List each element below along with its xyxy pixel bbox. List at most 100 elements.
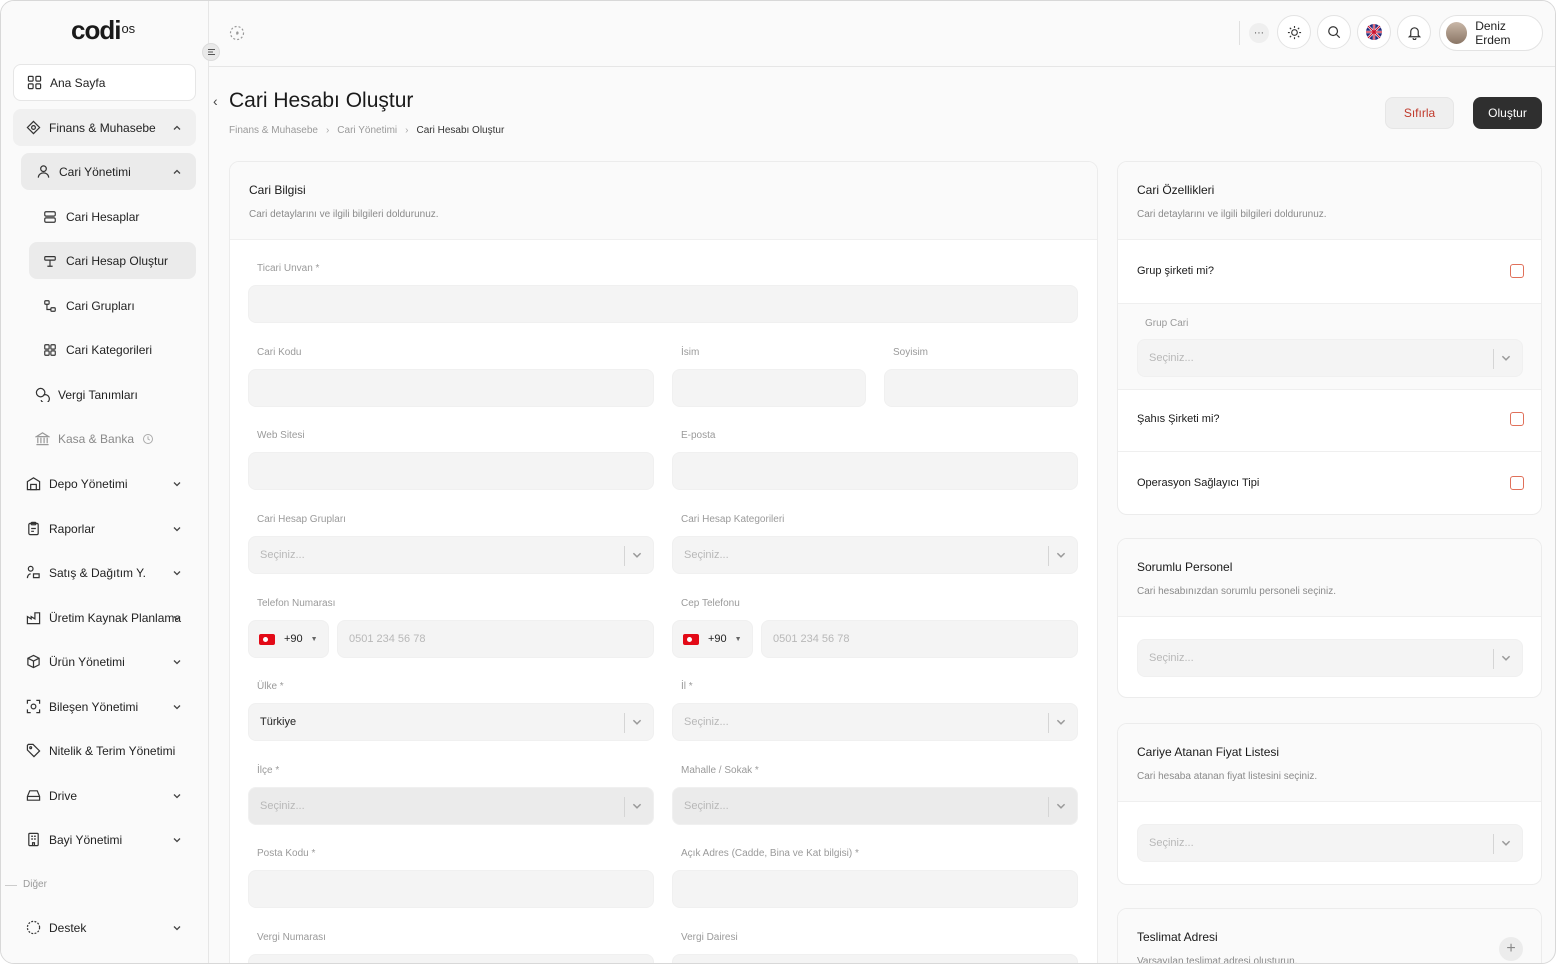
select-placeholder: Seçiniz... — [260, 800, 305, 812]
grup-cari-select[interactable]: Seçiniz... — [1137, 339, 1523, 377]
operasyon-row[interactable]: Operasyon Sağlayıcı Tipi — [1118, 452, 1541, 514]
checkbox-label: Şahıs Şirketi mi? — [1137, 413, 1220, 425]
sorumlu-personel-select[interactable]: Seçiniz... — [1137, 639, 1523, 677]
chevron-down-icon — [1055, 716, 1067, 731]
select-placeholder: Seçiniz... — [1149, 352, 1194, 364]
back-button[interactable]: ‹ — [213, 93, 218, 109]
sidebar-item-label: Ana Sayfa — [50, 75, 106, 90]
create-button[interactable]: Oluştur — [1473, 97, 1542, 129]
field-label: İlçe * — [257, 765, 280, 776]
web-sitesi-input[interactable] — [248, 452, 654, 490]
chevron-down-icon — [1500, 837, 1512, 852]
checkbox-label: Operasyon Sağlayıcı Tipi — [1137, 477, 1260, 489]
sidebar-collapse-button[interactable] — [202, 43, 220, 61]
ulke-select[interactable]: Türkiye — [248, 703, 654, 741]
sidebar-item-depo[interactable]: Depo Yönetimi — [13, 465, 196, 502]
field-label: Vergi Numarası — [257, 932, 326, 943]
cari-hesap-kategorileri-select[interactable]: Seçiniz... — [672, 536, 1078, 574]
sidebar-item-cari-yonetimi[interactable]: Cari Yönetimi — [21, 153, 196, 190]
box-icon — [25, 654, 41, 670]
sidebar-item-bayi[interactable]: Bayi Yönetimi — [13, 821, 196, 858]
il-select[interactable]: Seçiniz... — [672, 703, 1078, 741]
sidebar-item-vergi-tanimlari[interactable]: Vergi Tanımları — [21, 376, 196, 413]
phone-country-select[interactable]: +90 ▼ — [248, 620, 329, 658]
sidebar-item-kasa-banka[interactable]: Kasa & Banka — [21, 420, 196, 457]
notifications-button[interactable] — [1397, 15, 1431, 49]
sahis-sirketi-checkbox[interactable] — [1510, 412, 1524, 426]
card-subtitle: Cari detaylarını ve ilgili bilgileri dol… — [1137, 209, 1327, 220]
breadcrumb-item[interactable]: Finans & Muhasebe — [229, 125, 318, 136]
sidebar-item-label: Raporlar — [49, 521, 96, 536]
grup-sirketi-row[interactable]: Grup şirketi mi? — [1118, 240, 1541, 304]
ilce-select[interactable]: Seçiniz... — [248, 787, 654, 825]
add-address-button[interactable]: + — [1499, 937, 1523, 961]
posta-kodu-input[interactable] — [248, 870, 654, 908]
chevron-down-icon — [1055, 549, 1067, 564]
sahis-sirketi-row[interactable]: Şahıs Şirketi mi? — [1118, 388, 1541, 452]
select-placeholder: Seçiniz... — [260, 549, 305, 561]
sidebar-item-label: Cari Kategorileri — [66, 342, 153, 357]
user-menu[interactable]: Deniz Erdem — [1439, 15, 1543, 51]
operasyon-checkbox[interactable] — [1510, 476, 1524, 490]
sidebar-item-cari-kategorileri[interactable]: Cari Kategorileri — [29, 331, 196, 368]
grup-cari-section: Grup Cari Seçiniz... — [1118, 304, 1541, 390]
sidebar-item-cari-hesaplar[interactable]: Cari Hesaplar — [29, 198, 196, 235]
topbar-divider — [1239, 21, 1240, 45]
sidebar-item-raporlar[interactable]: Raporlar — [13, 510, 196, 547]
field-label: Açık Adres (Cadde, Bina ve Kat bilgisi) … — [681, 848, 859, 859]
reset-button[interactable]: Sıfırla — [1385, 97, 1454, 129]
sidebar-item-satis[interactable]: Satış & Dağıtım Y. — [13, 554, 196, 591]
ticari-unvan-input[interactable] — [248, 285, 1078, 323]
sidebar-item-cari-hesap-olustur[interactable]: Cari Hesap Oluştur — [29, 242, 196, 279]
topbar — [209, 1, 1555, 67]
grup-sirketi-checkbox[interactable] — [1510, 264, 1524, 278]
chevron-down-icon — [631, 549, 643, 564]
telefon-input[interactable]: 0501 234 56 78 — [337, 620, 654, 658]
sidebar-item-label: Destek — [49, 920, 87, 935]
sidebar-item-finans[interactable]: Finans & Muhasebe — [13, 109, 196, 146]
categories-icon — [42, 342, 58, 358]
vergi-numarasi-input[interactable] — [248, 954, 654, 963]
sidebar-item-uretim[interactable]: Üretim Kaynak Planlama — [13, 599, 196, 636]
field-label: Web Sitesi — [257, 430, 305, 441]
coins-icon — [34, 387, 50, 403]
cari-kodu-input[interactable] — [248, 369, 654, 407]
eposta-input[interactable] — [672, 452, 1078, 490]
avatar — [1446, 22, 1468, 44]
sidebar-item-destek[interactable]: Destek — [13, 909, 196, 946]
mahalle-select[interactable]: Seçiniz... — [672, 787, 1078, 825]
cari-ozellikleri-card: Cari Özellikleri Cari detaylarını ve ilg… — [1117, 161, 1542, 515]
theme-toggle-button[interactable] — [1277, 15, 1311, 49]
cep-country-select[interactable]: +90 ▼ — [672, 620, 753, 658]
isim-input[interactable] — [672, 369, 866, 407]
sidebar-item-urun[interactable]: Ürün Yönetimi — [13, 643, 196, 680]
sidebar-item-label: Ürün Yönetimi — [49, 654, 125, 669]
soyisim-input[interactable] — [884, 369, 1078, 407]
fiyat-listesi-select[interactable]: Seçiniz... — [1137, 824, 1523, 862]
sidebar-item-ana-sayfa[interactable]: Ana Sayfa — [13, 64, 196, 101]
sidebar-item-drive[interactable]: Drive — [13, 777, 196, 814]
breadcrumb-item[interactable]: Cari Yönetimi — [337, 125, 397, 136]
cari-hesap-gruplari-select[interactable]: Seçiniz... — [248, 536, 654, 574]
cep-input[interactable]: 0501 234 56 78 — [761, 620, 1078, 658]
chevron-down-icon — [1055, 800, 1067, 815]
delivery-icon — [25, 565, 41, 581]
sidebar-item-label: Cari Hesaplar — [66, 209, 140, 224]
card-title: Cari Özellikleri — [1137, 183, 1215, 197]
search-button[interactable] — [1317, 15, 1351, 49]
sidebar-item-label: Kasa & Banka — [58, 431, 135, 446]
language-button[interactable] — [1357, 15, 1391, 49]
bell-icon — [1407, 26, 1421, 40]
chevron-down-icon — [1500, 352, 1512, 367]
vergi-dairesi-input[interactable] — [672, 954, 1078, 963]
sidebar-item-nitelik[interactable]: Nitelik & Terim Yönetimi — [13, 732, 196, 769]
chevron-down-icon — [1500, 652, 1512, 667]
sidebar-item-bilesen[interactable]: Bileşen Yönetimi — [13, 688, 196, 725]
phone-placeholder: 0501 234 56 78 — [349, 633, 426, 645]
more-button[interactable]: ⋯ — [1249, 23, 1269, 43]
sidebar-item-cari-gruplari[interactable]: Cari Grupları — [29, 287, 196, 324]
acik-adres-input[interactable] — [672, 870, 1078, 908]
field-label: İl * — [681, 681, 693, 692]
sorumlu-personel-card: Sorumlu Personel Cari hesabınızdan sorum… — [1117, 538, 1542, 698]
diamond-icon — [25, 120, 41, 136]
